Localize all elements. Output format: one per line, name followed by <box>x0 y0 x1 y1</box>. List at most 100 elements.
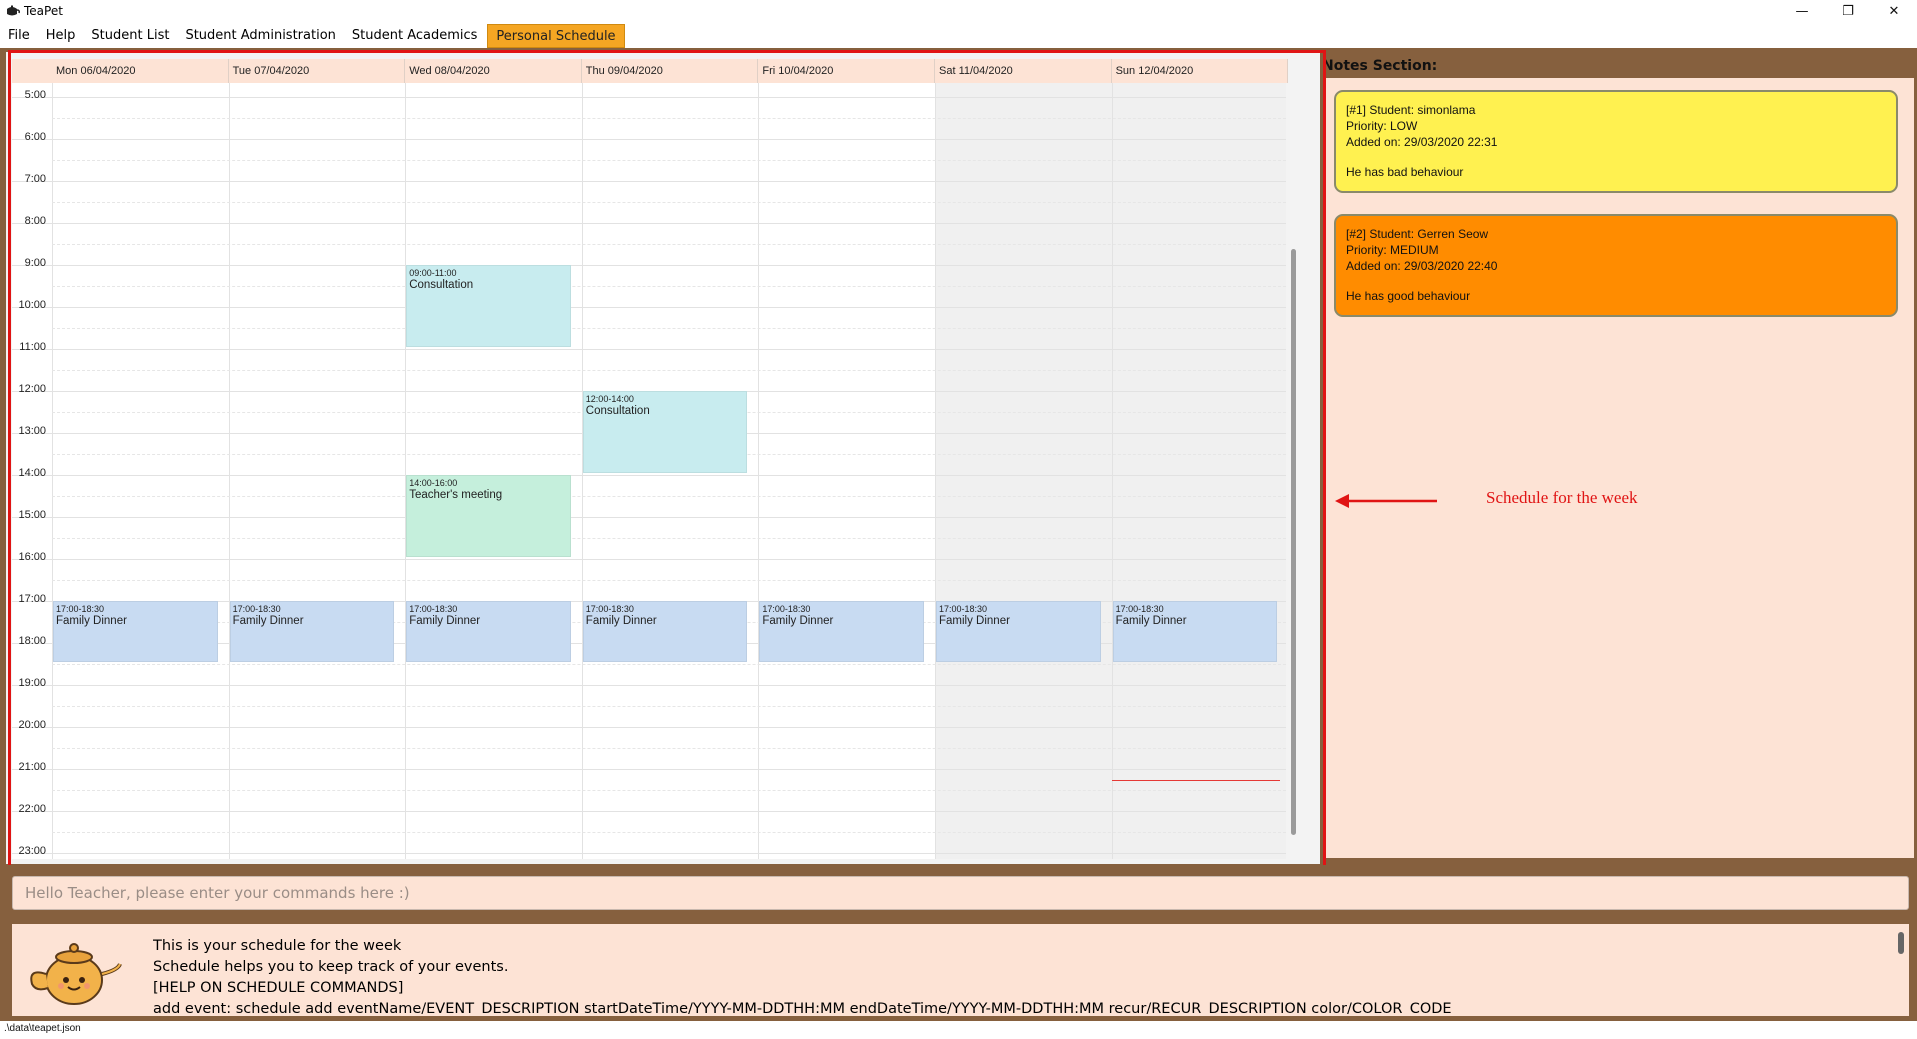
day-header: Fri 10/04/2020 <box>758 59 935 83</box>
note-added: Added on: 29/03/2020 22:40 <box>1346 259 1498 273</box>
event-name: Family Dinner <box>585 615 657 627</box>
menu-help[interactable]: Help <box>38 24 84 48</box>
menu-student-administration[interactable]: Student Administration <box>177 24 343 48</box>
teapot-mascot-icon <box>30 943 122 1005</box>
status-bar-path: .\data\teapet.json <box>0 1021 1917 1039</box>
time-label: 10:00 <box>18 299 46 311</box>
event-block[interactable]: 17:00-18:30 Family Dinner <box>1112 601 1278 662</box>
event-block[interactable]: 17:00-18:30 Family Dinner <box>53 601 218 662</box>
half-hour-line <box>52 244 1286 245</box>
notes-title: Notes Section: <box>1322 58 1438 74</box>
weekend-column <box>935 83 1112 859</box>
hour-line <box>12 685 1286 686</box>
window-title: TeaPet <box>24 4 63 18</box>
half-hour-line <box>52 286 1286 287</box>
event-block[interactable]: 17:00-18:30 Family Dinner <box>229 601 395 662</box>
hour-line <box>12 475 1286 476</box>
hour-line <box>12 223 1286 224</box>
event-time: 17:00-18:30 <box>762 604 811 614</box>
close-icon[interactable]: ✕ <box>1871 0 1917 22</box>
event-name: Consultation <box>409 279 474 291</box>
event-time: 17:00-18:30 <box>232 604 281 614</box>
teapot-logo-icon <box>7 5 20 16</box>
event-time: 17:00-18:30 <box>1115 604 1164 614</box>
hour-line <box>12 265 1286 266</box>
note-priority: Priority: MEDIUM <box>1346 243 1439 257</box>
day-header: Sun 12/04/2020 <box>1111 59 1289 83</box>
half-hour-line <box>52 118 1286 119</box>
result-line: add event: schedule add eventName/EVENT_… <box>153 1001 1452 1014</box>
time-label: 5:00 <box>24 89 46 101</box>
result-scrollbar[interactable] <box>1898 932 1904 954</box>
menu-student-list[interactable]: Student List <box>83 24 177 48</box>
event-name: Family Dinner <box>409 615 481 627</box>
note-header: [#1] Student: simonlama <box>1346 103 1476 117</box>
time-label: 13:00 <box>18 425 46 437</box>
half-hour-line <box>52 160 1286 161</box>
event-name: Consultation <box>585 405 650 417</box>
day-header: Mon 06/04/2020 <box>52 59 229 83</box>
event-block[interactable]: 09:00-11:00 Consultation <box>406 265 571 347</box>
half-hour-line <box>52 202 1286 203</box>
command-input[interactable]: Hello Teacher, please enter your command… <box>12 876 1909 910</box>
title-bar: TeaPet <box>0 0 1917 22</box>
day-column-divider <box>1111 83 1113 859</box>
current-time-indicator <box>1111 779 1281 781</box>
weekend-column <box>1111 83 1286 859</box>
menu-personal-schedule[interactable]: Personal Schedule <box>487 24 625 48</box>
event-block[interactable]: 17:00-18:30 Family Dinner <box>406 601 571 662</box>
result-line: Schedule helps you to keep track of your… <box>153 959 509 975</box>
day-header: Tue 07/04/2020 <box>228 59 406 83</box>
event-time: 09:00-11:00 <box>409 268 457 278</box>
time-label: 11:00 <box>19 341 46 353</box>
time-label: 14:00 <box>18 467 46 479</box>
time-column-header <box>12 59 52 83</box>
event-time: 17:00-18:30 <box>409 604 458 614</box>
time-label: 21:00 <box>18 761 46 773</box>
time-label: 19:00 <box>18 677 46 689</box>
note-card[interactable]: [#2] Student: Gerren Seow Priority: MEDI… <box>1334 214 1898 317</box>
event-block[interactable]: 17:00-18:30 Family Dinner <box>582 601 748 662</box>
hour-line <box>12 727 1286 728</box>
result-line: This is your schedule for the week <box>153 938 402 954</box>
hour-line <box>12 811 1286 812</box>
restore-icon[interactable]: ❐ <box>1825 0 1871 22</box>
menu-file[interactable]: File <box>0 24 38 48</box>
day-column-divider <box>758 83 760 859</box>
time-label: 12:00 <box>18 383 46 395</box>
half-hour-line <box>52 496 1286 497</box>
hour-line <box>12 349 1286 350</box>
minimize-icon[interactable]: — <box>1779 0 1825 22</box>
event-time: 17:00-18:30 <box>939 604 988 614</box>
time-label: 8:00 <box>24 215 46 227</box>
note-description: He has bad behaviour <box>1346 165 1464 179</box>
half-hour-line <box>52 832 1286 833</box>
schedule-grid[interactable]: 5:00 6:00 7:00 8:00 9:00 10:00 11:00 12:00 13:00… <box>12 83 1286 859</box>
event-block[interactable]: 17:00-18:30 Family Dinner <box>759 601 924 662</box>
day-header: Wed 08/04/2020 <box>405 59 582 83</box>
half-hour-line <box>52 748 1286 749</box>
event-block[interactable]: 14:00-16:00 Teacher's meeting <box>406 475 571 557</box>
event-name: Family Dinner <box>1115 615 1187 627</box>
event-block[interactable]: 12:00-14:00 Consultation <box>582 391 748 473</box>
hour-line <box>12 517 1286 518</box>
event-block[interactable]: 17:00-18:30 Family Dinner <box>936 601 1101 662</box>
note-card[interactable]: [#1] Student: simonlama Priority: LOW Ad… <box>1334 90 1898 193</box>
hour-line <box>12 559 1286 560</box>
result-line: [HELP ON SCHEDULE COMMANDS] <box>153 980 404 996</box>
half-hour-line <box>52 790 1286 791</box>
event-name: Teacher's meeting <box>409 489 503 501</box>
result-text: This is your schedule for the week Sched… <box>153 936 1553 1014</box>
time-label: 9:00 <box>24 257 46 269</box>
day-column-divider <box>52 83 53 859</box>
half-hour-line <box>52 580 1286 581</box>
half-hour-line <box>52 664 1286 665</box>
time-label: 16:00 <box>18 551 46 563</box>
menu-student-academics[interactable]: Student Academics <box>344 24 486 48</box>
hour-line <box>12 181 1286 182</box>
event-name: Family Dinner <box>762 615 834 627</box>
half-hour-line <box>52 328 1286 329</box>
event-name: Family Dinner <box>232 615 304 627</box>
event-name: Family Dinner <box>56 615 127 627</box>
schedule-scrollbar[interactable] <box>1291 249 1296 835</box>
